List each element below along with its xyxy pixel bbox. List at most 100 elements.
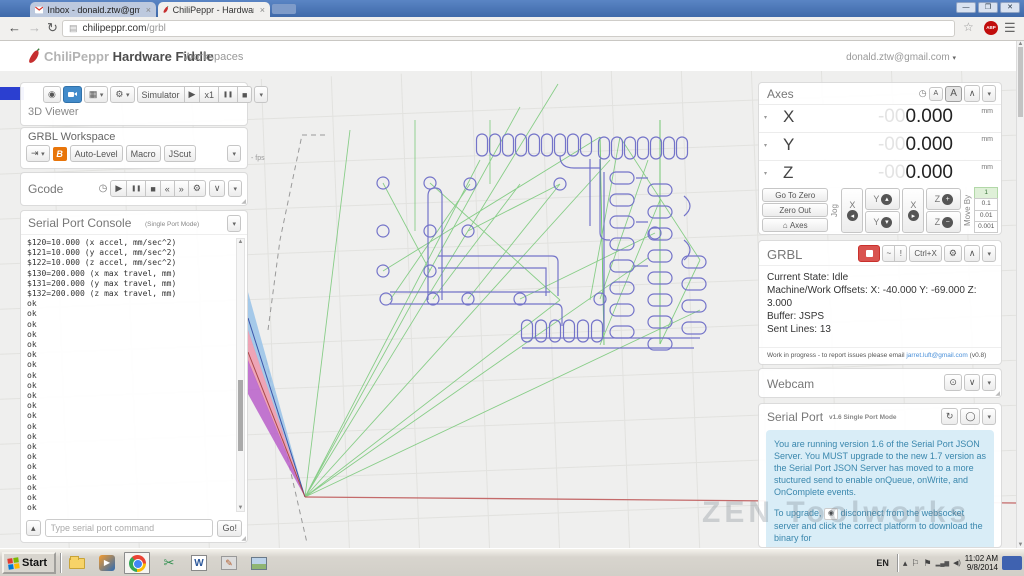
paint-icon[interactable]: ✎ [216,552,242,574]
viewer-menu-button[interactable]: ▾ [254,86,268,103]
jog-z-minus-button[interactable]: Z− [926,211,961,233]
grbl-stop-button[interactable] [858,245,880,262]
axis-row-z[interactable]: ▾ Z -000.000 mm [759,160,1001,187]
jog-z-plus-button[interactable]: Z+ [926,188,961,210]
scroll-down-icon[interactable]: ▼ [237,505,244,511]
page-scrollbar[interactable]: ▲ ▼ [1016,41,1024,548]
language-indicator[interactable]: EN [872,556,893,570]
explorer-icon[interactable] [64,552,90,574]
chevron-down-icon[interactable]: ▾ [764,114,767,121]
pause-icon[interactable]: ❚❚ [218,86,238,103]
nav-workspaces[interactable]: Workspaces [183,51,243,63]
minimize-button[interactable]: — [956,2,976,13]
back-icon[interactable]: ← [8,20,21,35]
media-player-icon[interactable]: ▶ [94,552,120,574]
stop-icon[interactable]: ■ [237,86,252,103]
tab-chilipeppr[interactable]: ChiliPeppr - Hardware Fiddle × [158,2,270,17]
power-icon[interactable]: ⊙ [944,374,962,391]
connect-icon[interactable]: ◯ [960,408,980,425]
font-large-button[interactable]: A [945,86,962,102]
soft-reset-button[interactable]: Ctrl+X [909,245,941,262]
pause-icon[interactable]: ❚❚ [126,180,146,197]
axes-collapse-button[interactable]: ∧ [964,85,981,102]
reload-icon[interactable]: ↻ [47,20,58,36]
viewer-settings-button[interactable]: ⚙ ▾ [110,86,134,103]
close-button[interactable]: ✕ [1000,2,1020,13]
account-menu[interactable]: donald.ztw@gmail.com ▾ [846,52,956,63]
refresh-icon[interactable]: ↻ [941,408,959,425]
history-clock-icon[interactable]: ◷ [919,88,927,99]
tab-close-icon[interactable]: × [260,5,265,15]
simulator-button[interactable]: Simulator [137,86,185,103]
url-bar[interactable]: ▤ chilipeppr.com/grbl [62,20,955,37]
start-button[interactable]: Start [2,552,56,574]
scrollbar-thumb[interactable] [1018,47,1023,117]
image-viewer-icon[interactable] [246,552,272,574]
console-menu-button[interactable]: ▾ [227,215,241,232]
gcode-menu-button[interactable]: ▾ [228,180,242,197]
word-icon[interactable]: W [186,552,212,574]
speed-button[interactable]: x1 [199,86,219,103]
axes-menu-button[interactable]: ▾ [982,85,996,102]
camera-view-button[interactable] [63,86,82,103]
webcam-menu-button[interactable]: ▾ [982,374,996,391]
macro-button[interactable]: Macro [126,145,161,162]
serial-menu-button[interactable]: ▾ [982,408,996,425]
jog-y-minus-button[interactable]: Y▾ [865,211,900,233]
workspace-menu-button[interactable]: ▾ [227,145,241,162]
security-flag-icon[interactable]: ⚑ [924,558,932,569]
resize-handle[interactable]: ◢ [241,198,246,205]
jog-y-plus-button[interactable]: Y▴ [865,188,900,210]
network-icon[interactable]: ▂▄▆ [936,560,949,567]
console-output[interactable]: $120=10.000 (x accel, mm/sec^2)$121=10.0… [27,238,233,512]
chevron-down-icon[interactable]: ▾ [764,170,767,177]
skip-end-icon[interactable]: » [174,180,189,197]
taskbar-clock[interactable]: 11:02 AM 9/8/2014 [965,554,998,572]
home-axes-button[interactable]: ⌂ Axes [762,218,828,232]
feed-hold-button[interactable]: ! [894,245,907,262]
font-small-button[interactable]: A [929,87,944,101]
scrollbar-thumb[interactable] [238,380,243,451]
zero-out-button[interactable]: Zero Out [762,203,828,217]
grbl-footer-email-link[interactable]: jarret.luft@gmail.com [906,352,968,359]
stop-icon[interactable]: ■ [145,180,160,197]
axis-row-y[interactable]: ▾ Y -000.000 mm [759,132,1001,159]
volume-icon[interactable]: ◀) [953,559,961,567]
adblock-icon[interactable]: ABP [984,21,998,35]
show-desktop-button[interactable] [1002,556,1022,570]
webcam-expand-button[interactable]: ∨ [964,374,981,391]
tab-gmail[interactable]: Inbox - donald.ztw@gmail.c × [30,2,156,17]
tab-close-icon[interactable]: × [146,5,151,15]
grid-options-button[interactable]: ▦ ▾ [84,86,109,103]
action-center-flag-icon[interactable]: ⚐ [911,558,919,569]
import-button[interactable]: ⇥ ▾ [26,145,50,162]
skip-start-icon[interactable]: « [160,180,175,197]
axis-row-x[interactable]: ▾ X -000.000 mm [759,104,1001,131]
restore-button[interactable]: ❐ [978,2,998,13]
resize-handle[interactable]: ◢ [241,535,246,542]
jog-x-plus-button[interactable]: X▸ [902,188,924,233]
jscut-button[interactable]: JScut [164,145,197,162]
chevron-down-icon[interactable]: ▾ [764,142,767,149]
chrome-icon[interactable] [124,552,150,574]
play-icon[interactable]: ▶ [110,180,127,197]
jog-x-minus-button[interactable]: X◂ [841,188,863,233]
gear-icon[interactable]: ⚙ [188,180,206,197]
snipping-tool-icon[interactable]: ✂ [156,552,182,574]
scroll-up-icon[interactable]: ▲ [237,239,244,245]
new-tab-button[interactable] [272,4,296,14]
move-by-option[interactable]: 0.001 [974,221,998,233]
go-button[interactable]: Go! [217,520,242,537]
show-hidden-icons[interactable]: ▴ [903,558,908,569]
grbl-menu-button[interactable]: ▾ [982,245,996,262]
resize-handle[interactable]: ◢ [995,390,1000,397]
goto-zero-button[interactable]: Go To Zero [762,188,828,202]
gcode-expand-button[interactable]: ∨ [209,180,226,197]
board-badge-icon[interactable]: B [53,147,67,161]
grbl-collapse-button[interactable]: ∧ [964,245,981,262]
serial-command-input[interactable] [45,519,214,537]
forward-icon[interactable]: → [28,20,41,35]
auto-level-button[interactable]: Auto-Level [70,145,123,162]
gear-icon[interactable]: ⚙ [944,245,962,262]
history-clock-icon[interactable]: ◷ [99,183,108,194]
